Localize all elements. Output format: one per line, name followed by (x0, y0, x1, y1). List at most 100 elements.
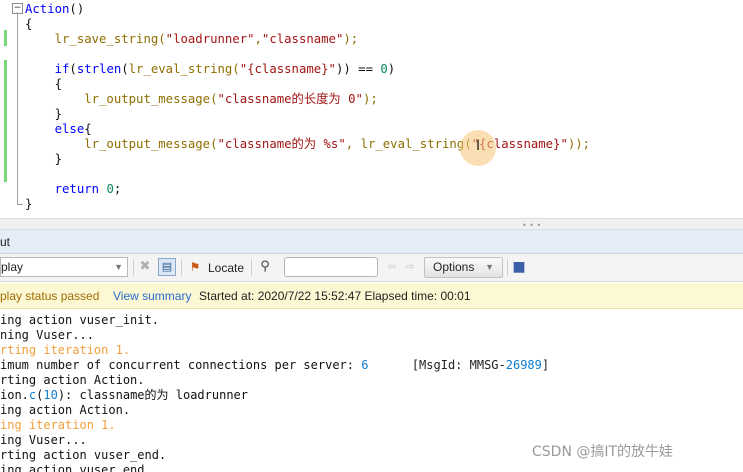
options-label: Options (433, 260, 475, 274)
log-token: rting action vuser_end. (0, 448, 167, 462)
log-token: ing action Action. (0, 403, 131, 417)
chevron-down-icon: ▼ (114, 262, 123, 272)
code-token: strlen (76, 62, 122, 76)
code-token: 0 (380, 62, 388, 76)
code-token: { (84, 122, 92, 136)
code-token: ); (362, 92, 378, 106)
log-line: rting iteration 1. (0, 343, 130, 358)
code-line: lr_output_message("classname的为 %s", lr_e… (25, 137, 590, 152)
code-token: } (25, 197, 33, 211)
log-token: ing action vuser_init. (0, 313, 159, 327)
change-marker (4, 30, 7, 46)
filter-dropdown[interactable]: play ▼ (0, 257, 128, 277)
code-line: return 0; (25, 182, 122, 197)
code-token: lr_output_message( (25, 92, 218, 106)
code-token: "classname的长度为 0" (217, 92, 363, 106)
log-line: ing action vuser_init. (0, 313, 159, 328)
log-token: rting action Action. (0, 373, 145, 387)
log-line: ing action Action. (0, 403, 130, 418)
code-token: else (25, 122, 85, 136)
next-icon[interactable]: ⇨ (401, 258, 419, 276)
code-editor[interactable]: − Action(){ lr_save_string("loadrunner",… (0, 0, 743, 218)
watermark: CSDN @搞IT的放牛娃 (532, 444, 674, 460)
code-token: )) == (335, 62, 381, 76)
code-token: , (254, 32, 262, 46)
log-token: ing Vuser... (0, 433, 87, 447)
filter-dropdown-value: play (1, 260, 24, 274)
code-token: , (345, 137, 361, 151)
code-line: } (25, 107, 62, 122)
log-token: ning Vuser... (0, 328, 94, 342)
log-token: [MsgId: MMSG- (368, 358, 506, 372)
code-token: "classname的为 %s" (217, 137, 346, 151)
log-token: ing iteration 1. (0, 418, 116, 432)
code-token: Action (25, 2, 70, 16)
locate-button[interactable]: Locate (208, 261, 244, 275)
code-line: { (25, 77, 62, 92)
code-token: lr_eval_string( (128, 62, 240, 76)
code-line: lr_save_string("loadrunner","classname")… (25, 32, 359, 47)
code-token: } (25, 152, 63, 166)
log-token: ] (541, 358, 550, 372)
code-token: 0 (106, 182, 114, 196)
replay-status-bar: play status passed View summary Started … (0, 283, 743, 309)
toolbar-divider (133, 259, 134, 276)
log-line: ing action vuser_end. (0, 463, 152, 472)
search-icon[interactable]: ⚲ (256, 258, 274, 276)
log-token: ing action vuser_end. (0, 463, 152, 472)
code-token: )); (567, 137, 591, 151)
code-token: "loadrunner" (165, 32, 255, 46)
code-token: ( (121, 62, 129, 76)
code-line: } (25, 152, 62, 167)
text-cursor-icon: I (476, 138, 481, 154)
log-token: ): classname的为 loadrunner (57, 388, 248, 402)
fold-guide (17, 12, 18, 205)
code-token: ) (387, 62, 396, 76)
locate-flag-icon[interactable]: ⚑ (186, 258, 204, 276)
replay-timing-info: Started at: 2020/7/22 15:52:47 Elapsed t… (199, 289, 471, 303)
log-token: imum number of concurrent connections pe… (0, 358, 362, 372)
code-token: () (69, 2, 85, 16)
toolbar-divider (251, 259, 252, 276)
search-input[interactable] (284, 257, 378, 277)
code-token: { (25, 17, 33, 31)
code-line: { (25, 17, 32, 32)
filter-icon[interactable]: ▤ (158, 258, 176, 276)
code-line: } (25, 197, 32, 212)
change-marker (4, 60, 7, 182)
code-line: lr_output_message("classname的长度为 0"); (25, 92, 378, 107)
code-token: if (25, 62, 70, 76)
log-line: rting action Action. (0, 373, 145, 388)
log-token: ion. (0, 388, 29, 402)
toolbar-divider (507, 259, 508, 276)
code-token: lr_output_message( (25, 137, 218, 151)
log-line: imum number of concurrent connections pe… (0, 358, 549, 373)
code-token: "classname" (261, 32, 344, 46)
log-token: 26989 (505, 358, 542, 372)
code-token: "{classname}" (239, 62, 336, 76)
log-line: ing Vuser... (0, 433, 87, 448)
chevron-down-icon: ▼ (485, 262, 494, 272)
code-token: } (25, 107, 63, 121)
clear-icon[interactable]: ✖ (136, 258, 154, 276)
fold-guide-end (17, 204, 23, 205)
splitter[interactable]: • • • (0, 218, 743, 230)
code-token: lr_eval_string( (360, 137, 472, 151)
code-token: ( (69, 62, 77, 76)
code-line: if(strlen(lr_eval_string("{classname}"))… (25, 62, 396, 77)
code-token: ); (343, 32, 359, 46)
splitter-grip-icon[interactable]: • • • (522, 222, 541, 230)
code-line: else{ (25, 122, 92, 137)
log-line: rting action vuser_end. (0, 448, 166, 463)
log-line: ion.c(10): classname的为 loadrunner (0, 388, 248, 403)
log-line: ning Vuser... (0, 328, 94, 343)
toolbar-divider (181, 259, 182, 276)
code-token: { (25, 77, 63, 91)
log-token: rting iteration 1. (0, 343, 131, 357)
view-summary-link[interactable]: View summary (113, 283, 191, 309)
options-dropdown[interactable]: Options ▼ (424, 257, 503, 278)
log-line: ing iteration 1. (0, 418, 116, 433)
log-token: 10 (43, 388, 58, 402)
prev-icon[interactable]: ⇦ (383, 258, 401, 276)
save-icon[interactable]: ■ (510, 258, 528, 276)
